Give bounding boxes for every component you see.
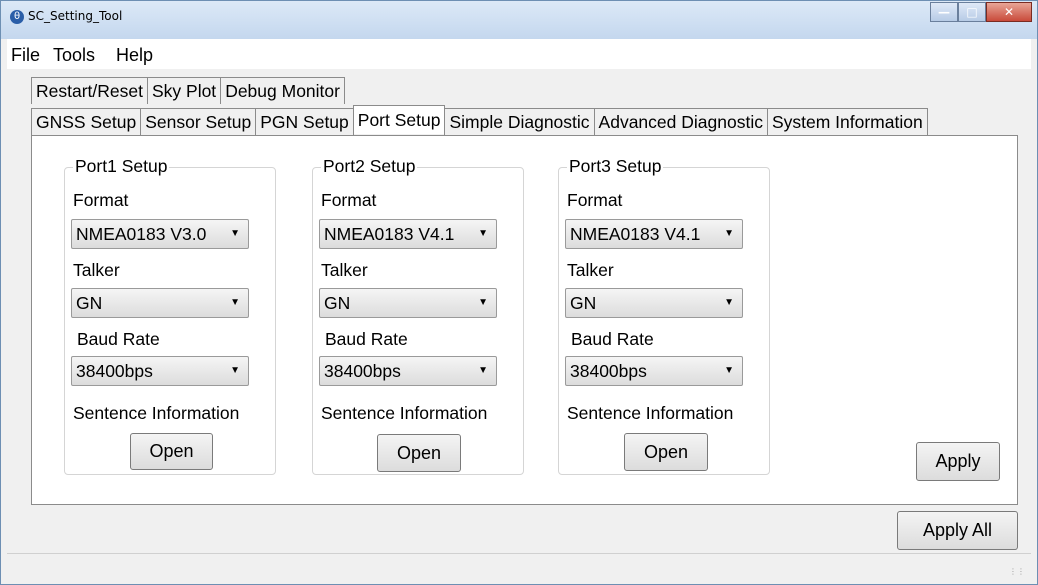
- port1-sentence-label: Sentence Information: [73, 403, 240, 423]
- port1-talker-select[interactable]: GN ▼: [71, 288, 249, 318]
- port1-talker-label: Talker: [73, 260, 120, 280]
- apply-all-button[interactable]: Apply All: [897, 511, 1018, 550]
- tab-gnss-setup[interactable]: GNSS Setup: [31, 108, 142, 135]
- port3-open-button[interactable]: Open: [624, 433, 708, 471]
- port2-format-value: NMEA0183 V4.1: [324, 224, 455, 244]
- app-window: θ SC_Setting_Tool — □ ✕ File Tools Help …: [0, 0, 1038, 585]
- window-controls: — □ ✕: [930, 2, 1032, 22]
- menu-file[interactable]: File: [11, 45, 40, 66]
- menu-bar: File Tools Help: [7, 39, 1031, 69]
- resize-grip-icon[interactable]: ⋮⋮: [1009, 567, 1025, 576]
- port1-format-label: Format: [73, 190, 129, 210]
- tab-restart-reset[interactable]: Restart/Reset: [31, 77, 148, 104]
- port2-baud-value: 38400bps: [324, 361, 401, 381]
- apply-button[interactable]: Apply: [916, 442, 1000, 481]
- chevron-down-icon: ▼: [478, 228, 488, 239]
- port1-format-value: NMEA0183 V3.0: [76, 224, 207, 244]
- port2-talker-value: GN: [324, 293, 351, 313]
- port2-baud-label: Baud Rate: [325, 329, 408, 349]
- tab-simple-diagnostic[interactable]: Simple Diagnostic: [444, 108, 595, 135]
- port1-title: Port1 Setup: [73, 156, 170, 177]
- port2-title: Port2 Setup: [321, 156, 418, 177]
- menu-tools[interactable]: Tools: [53, 45, 95, 66]
- minimize-icon[interactable]: —: [930, 2, 958, 22]
- port1-baud-value: 38400bps: [76, 361, 153, 381]
- port3-format-value: NMEA0183 V4.1: [570, 224, 701, 244]
- chevron-down-icon: ▼: [724, 297, 734, 308]
- port2-talker-label: Talker: [321, 260, 368, 280]
- tab-sky-plot[interactable]: Sky Plot: [146, 77, 222, 104]
- tab-pgn-setup[interactable]: PGN Setup: [255, 108, 354, 135]
- window-title: SC_Setting_Tool: [28, 9, 123, 23]
- port3-format-select[interactable]: NMEA0183 V4.1 ▼: [565, 219, 743, 249]
- port2-format-select[interactable]: NMEA0183 V4.1 ▼: [319, 219, 497, 249]
- port2-talker-select[interactable]: GN ▼: [319, 288, 497, 318]
- status-bar: ⋮⋮: [7, 553, 1031, 582]
- tab-port-setup[interactable]: Port Setup: [352, 105, 446, 134]
- chevron-down-icon: ▼: [478, 365, 488, 376]
- port3-sentence-label: Sentence Information: [567, 403, 734, 423]
- tab-sensor-setup[interactable]: Sensor Setup: [140, 108, 257, 135]
- chevron-down-icon: ▼: [230, 365, 240, 376]
- tab-row-2: GNSS Setup Sensor Setup PGN Setup Port S…: [31, 105, 928, 135]
- port3-baud-label: Baud Rate: [571, 329, 654, 349]
- chevron-down-icon: ▼: [230, 228, 240, 239]
- port3-talker-select[interactable]: GN ▼: [565, 288, 743, 318]
- port3-format-label: Format: [567, 190, 623, 210]
- chevron-down-icon: ▼: [478, 297, 488, 308]
- port3-baud-value: 38400bps: [570, 361, 647, 381]
- port3-baud-select[interactable]: 38400bps ▼: [565, 356, 743, 386]
- port3-talker-label: Talker: [567, 260, 614, 280]
- chevron-down-icon: ▼: [724, 365, 734, 376]
- title-bar: θ SC_Setting_Tool — □ ✕: [1, 1, 1037, 39]
- tab-debug-monitor[interactable]: Debug Monitor: [220, 77, 345, 104]
- port1-group: Port1 Setup: [64, 156, 276, 475]
- port3-group: Port3 Setup: [558, 156, 770, 475]
- port1-format-select[interactable]: NMEA0183 V3.0 ▼: [71, 219, 249, 249]
- maximize-icon[interactable]: □: [958, 2, 986, 22]
- port3-title: Port3 Setup: [567, 156, 664, 177]
- port1-open-button[interactable]: Open: [130, 433, 213, 470]
- app-icon: θ: [10, 10, 24, 24]
- port2-baud-select[interactable]: 38400bps ▼: [319, 356, 497, 386]
- port2-sentence-label: Sentence Information: [321, 403, 488, 423]
- chevron-down-icon: ▼: [230, 297, 240, 308]
- tab-system-information[interactable]: System Information: [766, 108, 928, 135]
- port1-baud-select[interactable]: 38400bps ▼: [71, 356, 249, 386]
- tab-advanced-diagnostic[interactable]: Advanced Diagnostic: [593, 108, 768, 135]
- close-icon[interactable]: ✕: [986, 2, 1032, 22]
- menu-help[interactable]: Help: [116, 45, 153, 66]
- chevron-down-icon: ▼: [724, 228, 734, 239]
- port1-talker-value: GN: [76, 293, 103, 313]
- port2-group: Port2 Setup: [312, 156, 524, 475]
- port2-open-button[interactable]: Open: [377, 434, 461, 472]
- port1-baud-label: Baud Rate: [77, 329, 160, 349]
- port3-talker-value: GN: [570, 293, 597, 313]
- port2-format-label: Format: [321, 190, 377, 210]
- tab-row-1: Restart/Reset Sky Plot Debug Monitor: [31, 77, 345, 104]
